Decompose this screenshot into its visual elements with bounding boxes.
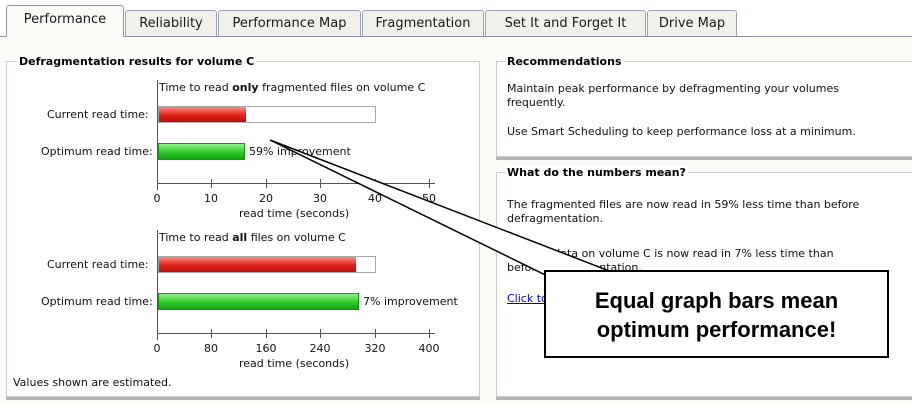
callout-pointer-shape: [269, 139, 614, 290]
callout-line-2: optimum performance!: [596, 317, 837, 342]
callout-line-1: Equal graph bars mean: [594, 288, 839, 313]
callout-box: Equal graph bars mean optimum performanc…: [544, 270, 889, 358]
